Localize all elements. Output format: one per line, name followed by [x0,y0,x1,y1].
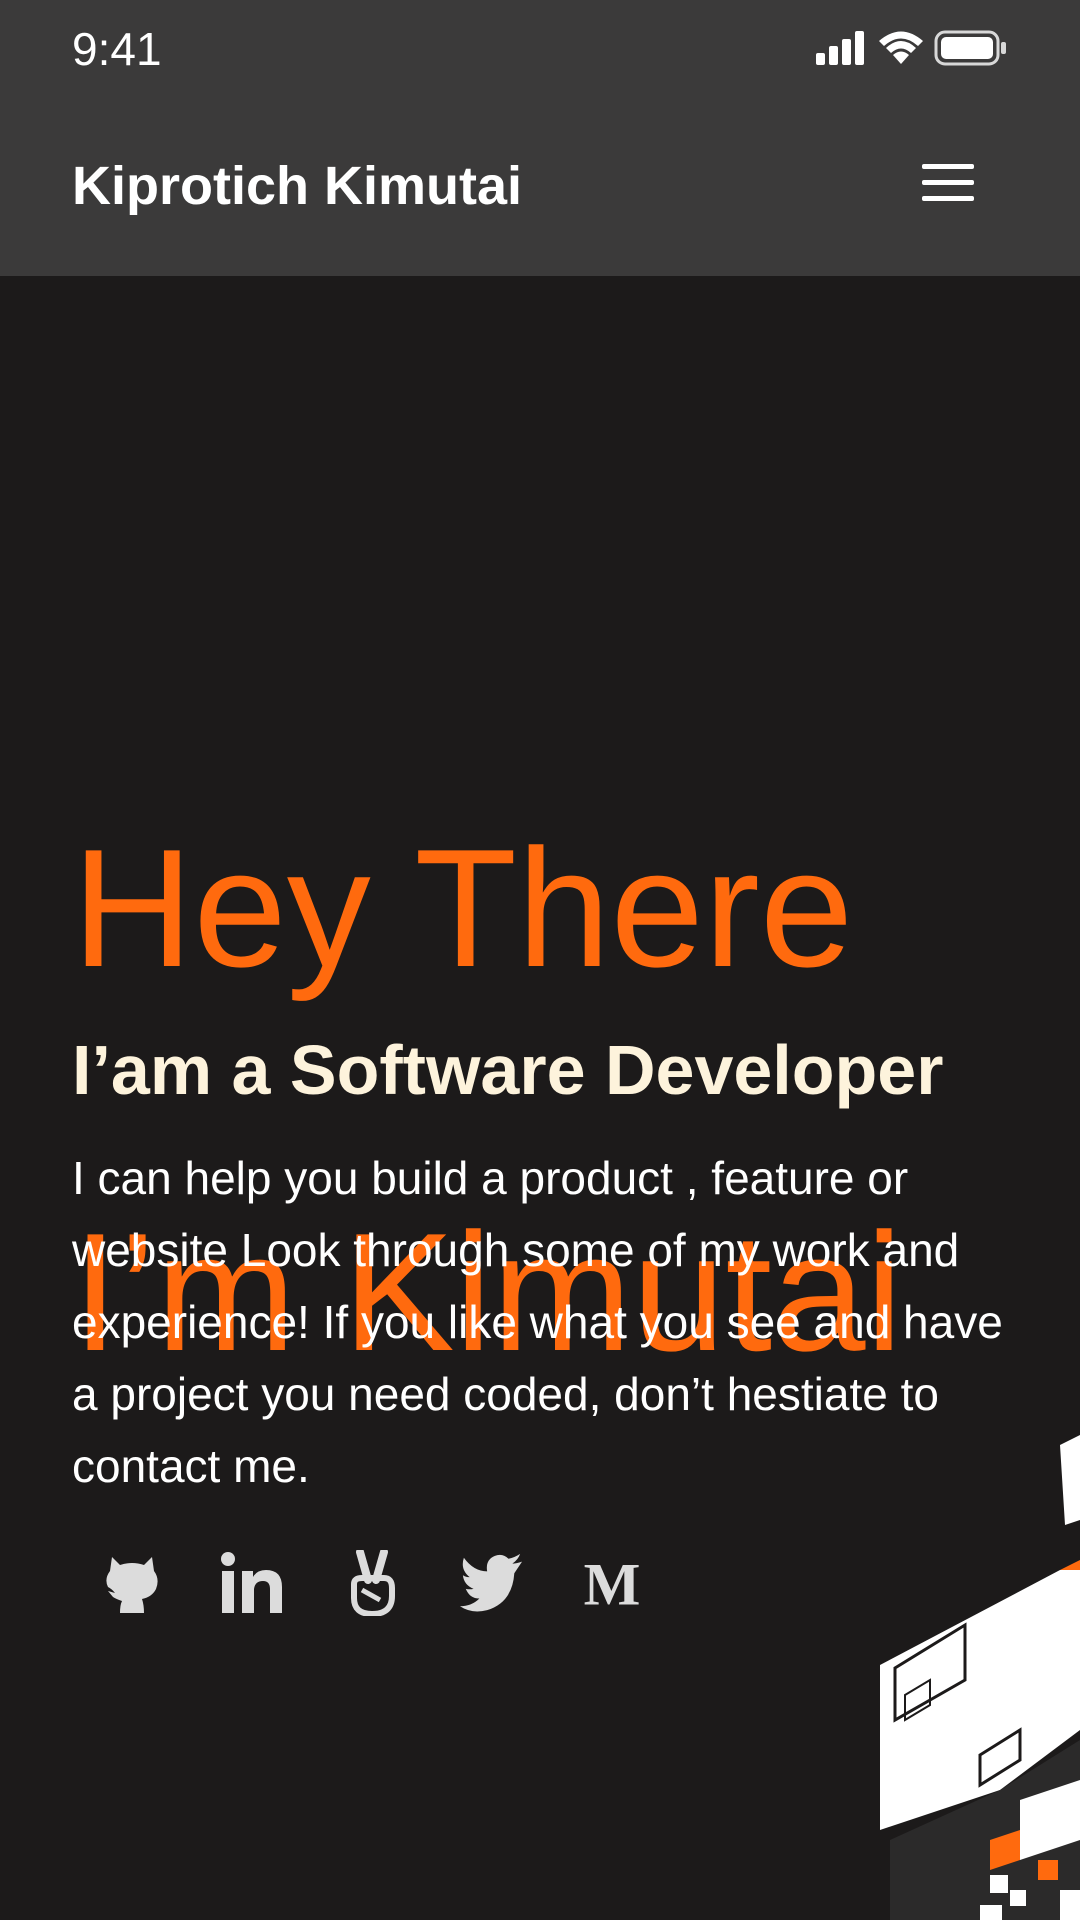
social-links: M [100,1548,644,1618]
signal-icon [816,31,864,65]
decorative-3d-illustration [880,1435,1080,1920]
linkedin-icon [221,1552,282,1613]
hero-title-line-1: Hey There [72,814,854,1002]
portfolio-page: 9:41 Kiprotich Kimutai Hey There I’m Kim… [0,0,1080,1920]
menu-button[interactable] [918,158,978,208]
hero-subtitle: I’am a Software Developer [72,1031,944,1109]
hamburger-menu-icon [922,164,974,201]
wifi-icon [879,31,923,64]
brand-name[interactable]: Kiprotich Kimutai [72,155,522,217]
github-icon [106,1557,158,1613]
angellist-link[interactable] [340,1548,404,1618]
status-icons [816,28,1008,68]
top-bar: 9:41 Kiprotich Kimutai [0,0,1080,276]
status-time: 9:41 [72,23,162,75]
svg-text:M: M [584,1555,641,1611]
twitter-icon [460,1553,523,1612]
battery-icon [934,30,1006,66]
angellist-icon [351,1550,395,1616]
medium-icon: M [584,1555,641,1611]
github-link[interactable] [100,1548,164,1618]
twitter-link[interactable] [460,1548,524,1618]
medium-link[interactable]: M [580,1548,644,1618]
linkedin-link[interactable] [220,1548,284,1618]
